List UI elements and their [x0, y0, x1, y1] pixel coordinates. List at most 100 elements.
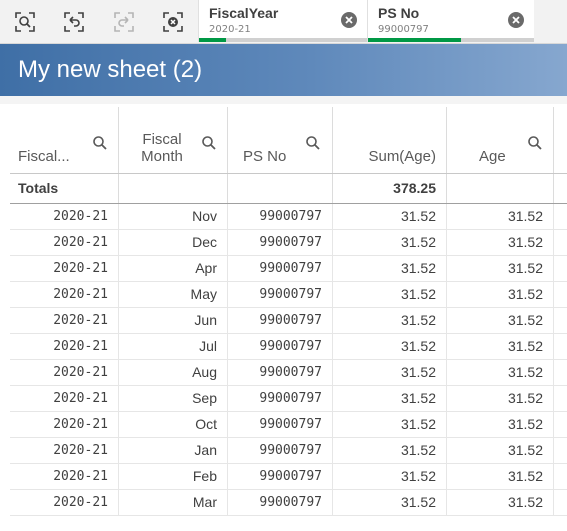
- column-header-label: Age: [479, 148, 506, 165]
- cell-age[interactable]: 31.52: [447, 334, 554, 359]
- cell-sum-age[interactable]: 31.52: [333, 386, 447, 411]
- search-icon[interactable]: [305, 135, 321, 151]
- column-header-ps-no[interactable]: PS No: [228, 107, 333, 173]
- cell-sum-age[interactable]: 31.52: [333, 438, 447, 463]
- close-icon[interactable]: [508, 12, 524, 28]
- selections-toolbar: FiscalYear 2020-21 PS No 99000797: [0, 0, 567, 44]
- table-row[interactable]: 2020-21 Nov 99000797 31.52 31.52: [10, 204, 567, 230]
- cell-age[interactable]: 31.52: [447, 386, 554, 411]
- straight-table: Fiscal... Fiscal Month PS No Sum(Age) Ag…: [0, 107, 567, 531]
- sheet-title: My new sheet (2): [18, 56, 203, 83]
- cell-fiscal-year[interactable]: 2020-21: [10, 360, 119, 385]
- cell-fiscal-year[interactable]: 2020-21: [10, 282, 119, 307]
- cell-ps-no[interactable]: 99000797: [228, 256, 333, 281]
- cell-ps-no[interactable]: 99000797: [228, 490, 333, 515]
- cell-ps-no[interactable]: 99000797: [228, 334, 333, 359]
- column-header-fiscal-year[interactable]: Fiscal...: [10, 107, 119, 173]
- cell-ps-no[interactable]: 99000797: [228, 360, 333, 385]
- cell-fiscal-month[interactable]: Dec: [119, 230, 228, 255]
- table-row[interactable]: 2020-21 Jan 99000797 31.52 31.52: [10, 438, 567, 464]
- cell-ps-no[interactable]: 99000797: [228, 438, 333, 463]
- cell-ps-no[interactable]: 99000797: [228, 386, 333, 411]
- cell-fiscal-year[interactable]: 2020-21: [10, 256, 119, 281]
- search-icon[interactable]: [527, 135, 543, 151]
- cell-sum-age[interactable]: 31.52: [333, 308, 447, 333]
- cell-age[interactable]: 31.52: [447, 256, 554, 281]
- table-row[interactable]: 2020-21 Mar 99000797 31.52 31.52: [10, 490, 567, 516]
- cell-age[interactable]: 31.52: [447, 308, 554, 333]
- selection-value: 2020-21: [209, 24, 251, 35]
- cell-fiscal-month[interactable]: Jun: [119, 308, 228, 333]
- cell-sum-age[interactable]: 31.52: [333, 256, 447, 281]
- cell-sum-age[interactable]: 31.52: [333, 204, 447, 229]
- cell-fiscal-month[interactable]: Aug: [119, 360, 228, 385]
- cell-fiscal-month[interactable]: Jan: [119, 438, 228, 463]
- cell-fiscal-year[interactable]: 2020-21: [10, 204, 119, 229]
- cell-sum-age[interactable]: 31.52: [333, 412, 447, 437]
- selection-chip-ps-no[interactable]: PS No 99000797: [367, 0, 534, 42]
- cell-sum-age[interactable]: 31.52: [333, 334, 447, 359]
- cell-age[interactable]: 31.52: [447, 490, 554, 515]
- cell-age[interactable]: 31.52: [447, 464, 554, 489]
- cell-sum-age[interactable]: 31.52: [333, 360, 447, 385]
- cell-sum-age[interactable]: 31.52: [333, 282, 447, 307]
- cell-age[interactable]: 31.52: [447, 360, 554, 385]
- cell-fiscal-year[interactable]: 2020-21: [10, 230, 119, 255]
- cell-sum-age[interactable]: 31.52: [333, 490, 447, 515]
- step-forward-button[interactable]: [110, 8, 138, 36]
- cell-fiscal-year[interactable]: 2020-21: [10, 334, 119, 359]
- cell-ps-no[interactable]: 99000797: [228, 308, 333, 333]
- cell-fiscal-year[interactable]: 2020-21: [10, 464, 119, 489]
- cell-fiscal-year[interactable]: 2020-21: [10, 438, 119, 463]
- table-row[interactable]: 2020-21 Dec 99000797 31.52 31.52: [10, 230, 567, 256]
- cell-ps-no[interactable]: 99000797: [228, 230, 333, 255]
- cell-age[interactable]: 31.52: [447, 282, 554, 307]
- column-header-label: Fiscal...: [18, 148, 70, 165]
- column-header-fiscal-month[interactable]: Fiscal Month: [119, 107, 228, 173]
- selection-state-bar: [368, 38, 534, 42]
- cell-ps-no[interactable]: 99000797: [228, 412, 333, 437]
- column-header-sum-age[interactable]: Sum(Age): [333, 107, 447, 173]
- cell-age[interactable]: 31.52: [447, 412, 554, 437]
- cell-ps-no[interactable]: 99000797: [228, 464, 333, 489]
- table-row[interactable]: 2020-21 Jul 99000797 31.52 31.52: [10, 334, 567, 360]
- smart-search-button[interactable]: [11, 8, 39, 36]
- cell-ps-no[interactable]: 99000797: [228, 204, 333, 229]
- table-row[interactable]: 2020-21 Apr 99000797 31.52 31.52: [10, 256, 567, 282]
- cell-fiscal-year[interactable]: 2020-21: [10, 308, 119, 333]
- cell-sum-age[interactable]: 31.52: [333, 230, 447, 255]
- cell-fiscal-year[interactable]: 2020-21: [10, 490, 119, 515]
- table-row[interactable]: 2020-21 Sep 99000797 31.52 31.52: [10, 386, 567, 412]
- search-icon[interactable]: [92, 135, 108, 151]
- step-back-button[interactable]: [60, 8, 88, 36]
- cell-fiscal-month[interactable]: Oct: [119, 412, 228, 437]
- table-row[interactable]: 2020-21 Feb 99000797 31.52 31.52: [10, 464, 567, 490]
- table-row[interactable]: 2020-21 Oct 99000797 31.52 31.52: [10, 412, 567, 438]
- cell-fiscal-month[interactable]: Apr: [119, 256, 228, 281]
- table-row[interactable]: 2020-21 May 99000797 31.52 31.52: [10, 282, 567, 308]
- cell-age[interactable]: 31.52: [447, 204, 554, 229]
- cell-fiscal-month[interactable]: Feb: [119, 464, 228, 489]
- cell-fiscal-year[interactable]: 2020-21: [10, 412, 119, 437]
- totals-label: Totals: [10, 174, 119, 203]
- cell-ps-no[interactable]: 99000797: [228, 282, 333, 307]
- cell-fiscal-month[interactable]: May: [119, 282, 228, 307]
- clear-selections-button[interactable]: [159, 8, 187, 36]
- selection-field-label: FiscalYear: [209, 5, 279, 21]
- cell-fiscal-month[interactable]: Sep: [119, 386, 228, 411]
- cell-fiscal-year[interactable]: 2020-21: [10, 386, 119, 411]
- selection-value: 99000797: [378, 24, 429, 35]
- selection-chip-fiscalyear[interactable]: FiscalYear 2020-21: [198, 0, 367, 42]
- cell-age[interactable]: 31.52: [447, 230, 554, 255]
- cell-fiscal-month[interactable]: Jul: [119, 334, 228, 359]
- search-icon[interactable]: [201, 135, 217, 151]
- cell-age[interactable]: 31.52: [447, 438, 554, 463]
- table-row[interactable]: 2020-21 Jun 99000797 31.52 31.52: [10, 308, 567, 334]
- table-row[interactable]: 2020-21 Aug 99000797 31.52 31.52: [10, 360, 567, 386]
- cell-sum-age[interactable]: 31.52: [333, 464, 447, 489]
- cell-fiscal-month[interactable]: Mar: [119, 490, 228, 515]
- close-icon[interactable]: [341, 12, 357, 28]
- cell-fiscal-month[interactable]: Nov: [119, 204, 228, 229]
- column-header-age[interactable]: Age: [447, 107, 554, 173]
- totals-row: Totals 378.25: [10, 174, 567, 203]
